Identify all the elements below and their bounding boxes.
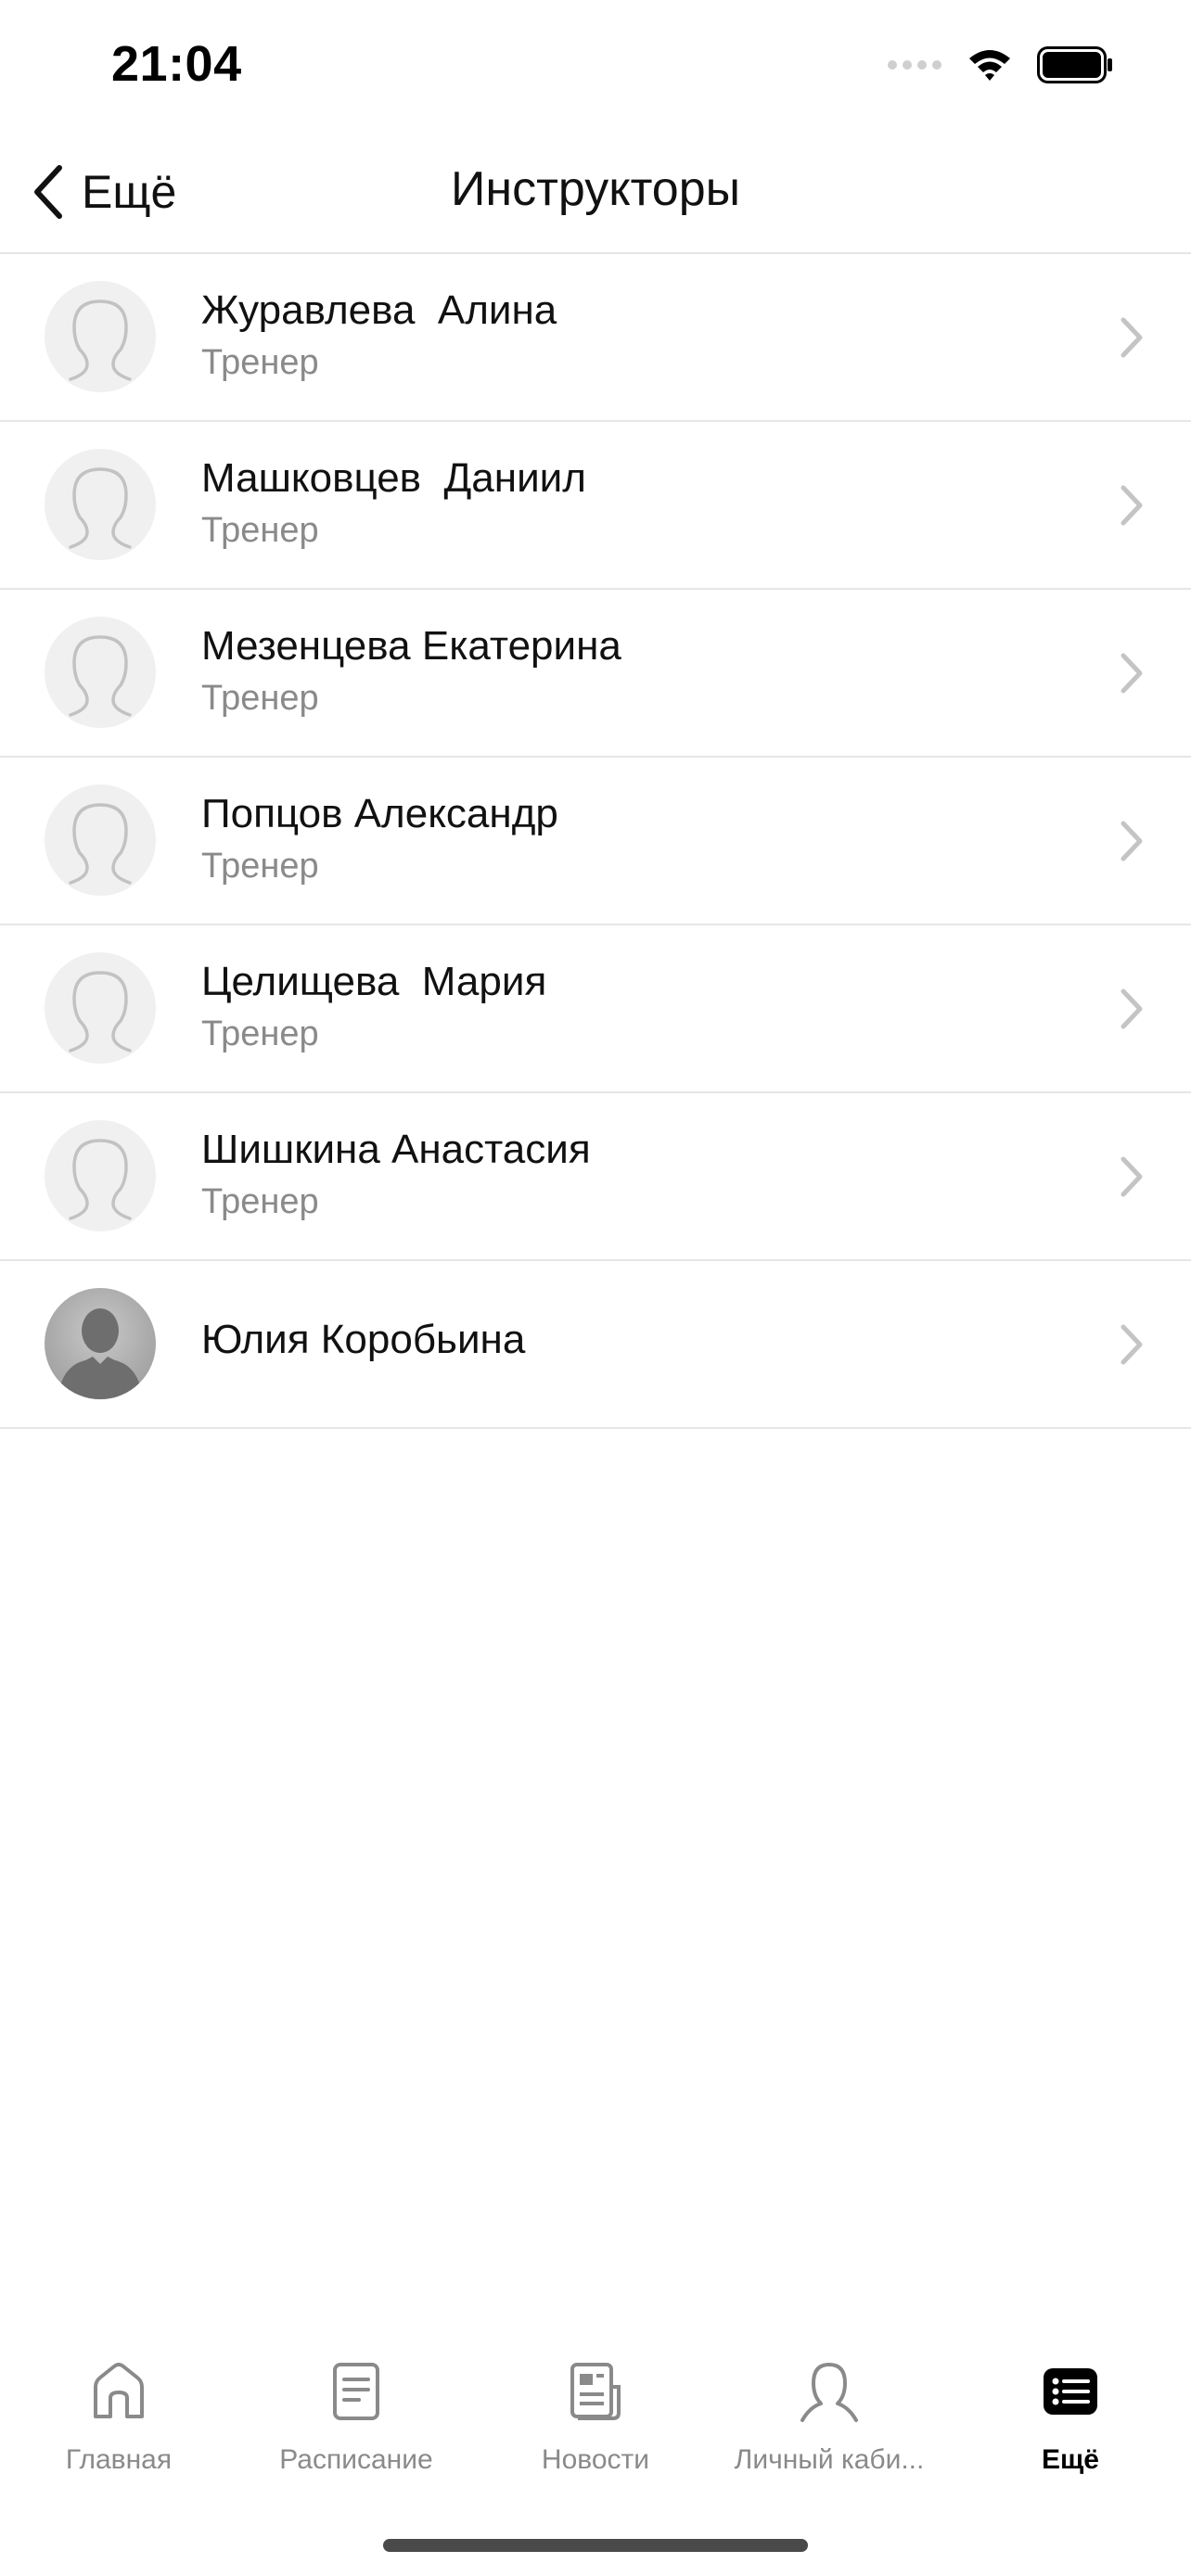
tab-label: Главная <box>65 2444 173 2475</box>
instructor-role: Тренер <box>201 1182 319 1221</box>
instructor-row[interactable]: Машковцев Даниил Тренер <box>0 422 1191 590</box>
tab-label: Расписание <box>279 2444 433 2475</box>
instructor-name: Попцов Александр <box>201 791 558 836</box>
instructor-name: Машковцев Даниил <box>201 455 586 501</box>
instructor-row[interactable]: Журавлева Алина Тренер <box>0 254 1191 422</box>
instructor-name: Мезенцева Екатерина <box>201 623 621 669</box>
instructor-role: Тренер <box>201 1014 319 1053</box>
placeholder-avatar-icon <box>45 449 156 560</box>
tab-more[interactable]: Ещё <box>952 2346 1189 2494</box>
profile-icon <box>800 2363 858 2422</box>
tab-schedule[interactable]: Расписание <box>237 2346 475 2494</box>
photo-avatar <box>45 1288 156 1399</box>
instructor-row[interactable]: Целищева Мария Тренер <box>0 925 1191 1093</box>
page-title: Инструкторы <box>450 162 741 216</box>
instructor-role: Тренер <box>201 511 319 550</box>
placeholder-avatar-icon <box>45 1120 156 1231</box>
placeholder-avatar-icon <box>45 784 156 896</box>
instructor-row[interactable]: Шишкина Анастасия Тренер <box>0 1093 1191 1261</box>
status-indicators <box>887 46 1113 83</box>
tab-home[interactable]: Главная <box>0 2346 237 2494</box>
status-time: 21:04 <box>111 36 242 92</box>
status-bar: 21:04 <box>0 0 1191 130</box>
placeholder-avatar-icon <box>45 281 156 392</box>
wifi-icon <box>969 50 1010 81</box>
instructors-list: Журавлева Алина Тренер Машковцев Даниил … <box>0 254 1191 1429</box>
placeholder-avatar-icon <box>45 952 156 1064</box>
instructor-role: Тренер <box>201 343 319 382</box>
home-indicator <box>383 2539 808 2552</box>
schedule-icon <box>333 2363 379 2420</box>
battery-icon <box>1037 46 1112 83</box>
chevron-right-icon <box>1121 653 1143 694</box>
tab-label: Ещё <box>1041 2444 1099 2475</box>
chevron-right-icon <box>1121 988 1143 1029</box>
instructor-name: Журавлева Алина <box>201 287 557 333</box>
chevron-right-icon <box>1121 1324 1143 1365</box>
instructor-row[interactable]: Попцов Александр Тренер <box>0 758 1191 925</box>
chevron-right-icon <box>1121 317 1143 358</box>
cellular-signal-icon <box>888 60 941 70</box>
tab-label: Личный каби... <box>734 2444 925 2475</box>
instructor-name: Шишкина Анастасия <box>201 1127 591 1172</box>
tab-news[interactable]: Новости <box>477 2346 714 2494</box>
tab-bar: Главная Расписание Новости Личный каби..… <box>0 2346 1191 2494</box>
more-list-icon <box>1044 2368 1097 2415</box>
news-icon <box>570 2363 621 2420</box>
home-icon <box>94 2363 144 2418</box>
chevron-right-icon <box>1121 821 1143 861</box>
instructors-screen: 21:04 Ещё Инструкторы Журавлева Алина Тр… <box>0 0 1191 2576</box>
tab-label: Новости <box>541 2444 650 2475</box>
chevron-right-icon <box>1121 485 1143 526</box>
instructor-name: Юлия Коробьина <box>201 1317 526 1362</box>
instructor-role: Тренер <box>201 847 319 886</box>
instructor-row[interactable]: Юлия Коробьина <box>0 1261 1191 1429</box>
chevron-right-icon <box>1121 1156 1143 1197</box>
tab-profile[interactable]: Личный каби... <box>711 2346 948 2494</box>
placeholder-avatar-icon <box>45 617 156 728</box>
instructor-row[interactable]: Мезенцева Екатерина Тренер <box>0 590 1191 758</box>
instructor-role: Тренер <box>201 679 319 718</box>
instructor-name: Целищева Мария <box>201 959 547 1004</box>
navigation-bar: Ещё Инструкторы <box>0 130 1191 254</box>
